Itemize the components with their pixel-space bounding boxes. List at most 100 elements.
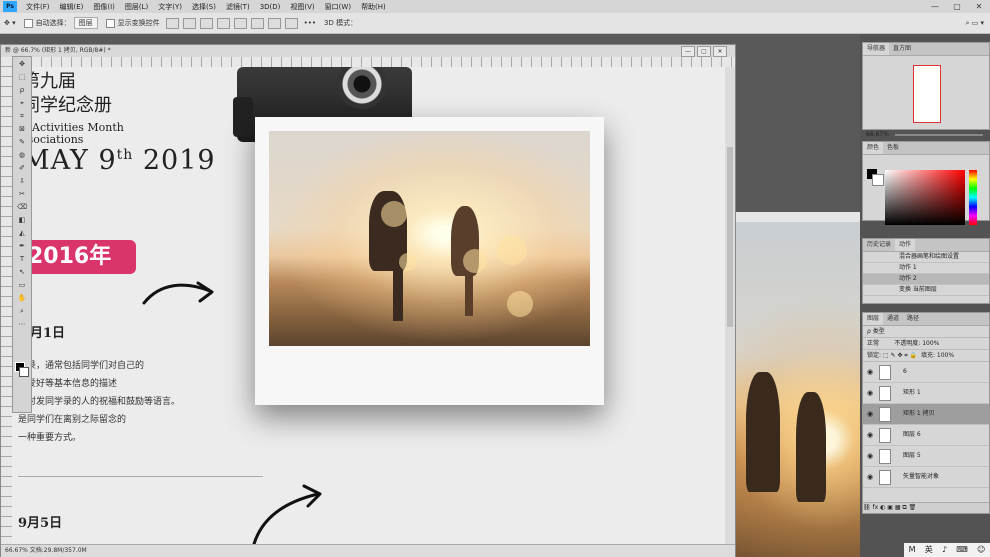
zoom-tool-icon[interactable]: ⌕ bbox=[15, 305, 29, 317]
menu-window[interactable]: 窗口(W) bbox=[320, 2, 356, 12]
crop-tool-icon[interactable]: ⌗ bbox=[15, 110, 29, 122]
eraser-tool-icon[interactable]: ⌫ bbox=[15, 201, 29, 213]
rectangle-tool-icon[interactable]: ▭ bbox=[15, 279, 29, 291]
distribute-icon[interactable] bbox=[267, 17, 281, 29]
menu-filter[interactable]: 滤镜(T) bbox=[221, 2, 255, 12]
align-bottom-icon[interactable] bbox=[250, 17, 264, 29]
eyedropper-tool-icon[interactable]: ✎ bbox=[15, 136, 29, 148]
opacity-field[interactable]: 100% bbox=[922, 340, 939, 347]
quick-select-tool-icon[interactable]: ⌖ bbox=[15, 97, 29, 109]
tab-histogram[interactable]: 直方图 bbox=[889, 43, 915, 55]
type-tool-icon[interactable]: T bbox=[15, 253, 29, 265]
action-row[interactable]: 混合器画笔和绘图设置 bbox=[863, 252, 989, 263]
frame-tool-icon[interactable]: ⊠ bbox=[15, 123, 29, 135]
tab-swatches[interactable]: 色板 bbox=[883, 142, 903, 154]
menu-help[interactable]: 帮助(H) bbox=[356, 2, 391, 12]
sound-icon[interactable]: ♪ bbox=[942, 543, 947, 557]
eye-icon[interactable]: ◉ bbox=[867, 446, 873, 466]
path-select-tool-icon[interactable]: ↖ bbox=[15, 266, 29, 278]
doc-minimize-button[interactable]: — bbox=[681, 46, 695, 57]
tab-actions[interactable]: 动作 bbox=[895, 239, 916, 251]
maximize-button[interactable]: ▢ bbox=[946, 2, 968, 11]
align-top-icon[interactable] bbox=[216, 17, 230, 29]
blend-mode-dropdown[interactable]: 正常 bbox=[867, 340, 879, 347]
menu-3d[interactable]: 3D(D) bbox=[255, 3, 286, 11]
layer-row[interactable]: ◉ 6 bbox=[863, 362, 989, 383]
align-center-icon[interactable] bbox=[182, 17, 196, 29]
doc-close-button[interactable]: ✕ bbox=[713, 46, 727, 57]
zoom-slider[interactable] bbox=[895, 134, 983, 136]
hue-slider[interactable] bbox=[969, 170, 977, 225]
menu-file[interactable]: 文件(F) bbox=[21, 2, 55, 12]
auto-select-checkbox[interactable] bbox=[23, 18, 33, 28]
eye-icon[interactable]: ◉ bbox=[867, 404, 873, 424]
menu-layer[interactable]: 图层(L) bbox=[120, 2, 153, 12]
canvas[interactable]: 第九届 同学纪念册 e Activities Month ssociations… bbox=[12, 67, 725, 545]
more-tools-icon[interactable]: ⋯ bbox=[15, 318, 29, 330]
eye-icon[interactable]: ◉ bbox=[867, 383, 873, 403]
move-tool-icon[interactable]: ✥ ▾ bbox=[4, 19, 16, 27]
eye-icon[interactable]: ◉ bbox=[867, 467, 873, 487]
color-spectrum[interactable] bbox=[885, 170, 965, 225]
action-row[interactable]: 动作 1 bbox=[863, 263, 989, 274]
tab-channels[interactable]: 通道 bbox=[883, 313, 903, 325]
tab-color[interactable]: 颜色 bbox=[863, 142, 884, 154]
tab-history[interactable]: 历史记录 bbox=[863, 239, 895, 251]
navigator-thumbnail[interactable] bbox=[913, 65, 941, 123]
brush-tool-icon[interactable]: ✐ bbox=[15, 162, 29, 174]
more-options-button[interactable]: ••• bbox=[304, 19, 316, 27]
close-button[interactable]: ✕ bbox=[968, 2, 990, 11]
scrollbar-thumb[interactable] bbox=[727, 147, 733, 327]
tab-paths[interactable]: 路径 bbox=[903, 313, 923, 325]
align-right-icon[interactable] bbox=[199, 17, 213, 29]
tab-layers[interactable]: 图层 bbox=[863, 313, 884, 325]
keyboard-icon[interactable]: ⌨ bbox=[956, 543, 968, 557]
layer-row[interactable]: ◉ 图层 5 bbox=[863, 446, 989, 467]
background-document-window[interactable] bbox=[736, 212, 862, 557]
auto-select-dropdown[interactable]: 图层 bbox=[73, 17, 98, 29]
eye-icon[interactable]: ◉ bbox=[867, 425, 873, 445]
dodge-tool-icon[interactable]: ◭ bbox=[15, 227, 29, 239]
move-tool-icon[interactable]: ✥ bbox=[15, 58, 29, 70]
menu-image[interactable]: 图像(I) bbox=[88, 2, 120, 12]
tab-navigator[interactable]: 导航器 bbox=[863, 43, 890, 55]
minimize-button[interactable]: — bbox=[924, 2, 946, 11]
vertical-scrollbar[interactable] bbox=[725, 67, 735, 545]
align-left-icon[interactable] bbox=[165, 17, 179, 29]
pen-tool-icon[interactable]: ✒ bbox=[15, 240, 29, 252]
auto-select-option[interactable]: 自动选择： 图层 bbox=[23, 17, 98, 29]
eye-icon[interactable]: ◉ bbox=[867, 362, 873, 382]
emoji-icon[interactable]: ☺ bbox=[977, 543, 985, 557]
layer-kind-filter[interactable]: ρ 类型 bbox=[863, 326, 989, 338]
marquee-tool-icon[interactable]: ⬚ bbox=[15, 71, 29, 83]
menu-select[interactable]: 选择(S) bbox=[187, 2, 221, 12]
stamp-tool-icon[interactable]: ⇩ bbox=[15, 175, 29, 187]
gradient-tool-icon[interactable]: ◧ bbox=[15, 214, 29, 226]
action-row[interactable]: 动作 2 bbox=[863, 274, 989, 285]
layer-row-selected[interactable]: ◉ 矩形 1 拷贝 bbox=[863, 404, 989, 425]
language-indicator[interactable]: 英 bbox=[925, 543, 933, 557]
lasso-tool-icon[interactable]: ρ bbox=[15, 84, 29, 96]
show-transform-option[interactable]: 显示变换控件 bbox=[105, 18, 160, 28]
hand-tool-icon[interactable]: ✋ bbox=[15, 292, 29, 304]
background-color-swatch[interactable] bbox=[19, 367, 29, 377]
ime-icon[interactable]: M bbox=[909, 543, 916, 557]
layer-row[interactable]: ◉ 图层 6 bbox=[863, 425, 989, 446]
distribute-vertical-icon[interactable] bbox=[284, 17, 298, 29]
background-color-swatch[interactable] bbox=[872, 174, 884, 186]
show-transform-checkbox[interactable] bbox=[105, 18, 115, 28]
align-middle-icon[interactable] bbox=[233, 17, 247, 29]
layer-row[interactable]: ◉ 矩形 1 bbox=[863, 383, 989, 404]
fill-field[interactable]: 100% bbox=[937, 352, 954, 359]
zoom-value[interactable]: 66.67% bbox=[866, 131, 889, 138]
action-row[interactable]: 变换 当前图层 bbox=[863, 285, 989, 296]
doc-maximize-button[interactable]: ▢ bbox=[697, 46, 711, 57]
menu-edit[interactable]: 编辑(E) bbox=[55, 2, 89, 12]
polaroid-frame[interactable] bbox=[255, 117, 604, 405]
menu-view[interactable]: 视图(V) bbox=[285, 2, 319, 12]
menu-type[interactable]: 文字(Y) bbox=[153, 2, 187, 12]
search-icon[interactable]: ⌕ ▭ ▾ bbox=[966, 19, 985, 28]
layers-footer-actions[interactable]: ⛓ fx ◐ ▣ ▦ ⧉ 🗑 bbox=[863, 502, 989, 513]
healing-tool-icon[interactable]: ◍ bbox=[15, 149, 29, 161]
layer-row[interactable]: ◉ 矢量智能对象 bbox=[863, 467, 989, 488]
